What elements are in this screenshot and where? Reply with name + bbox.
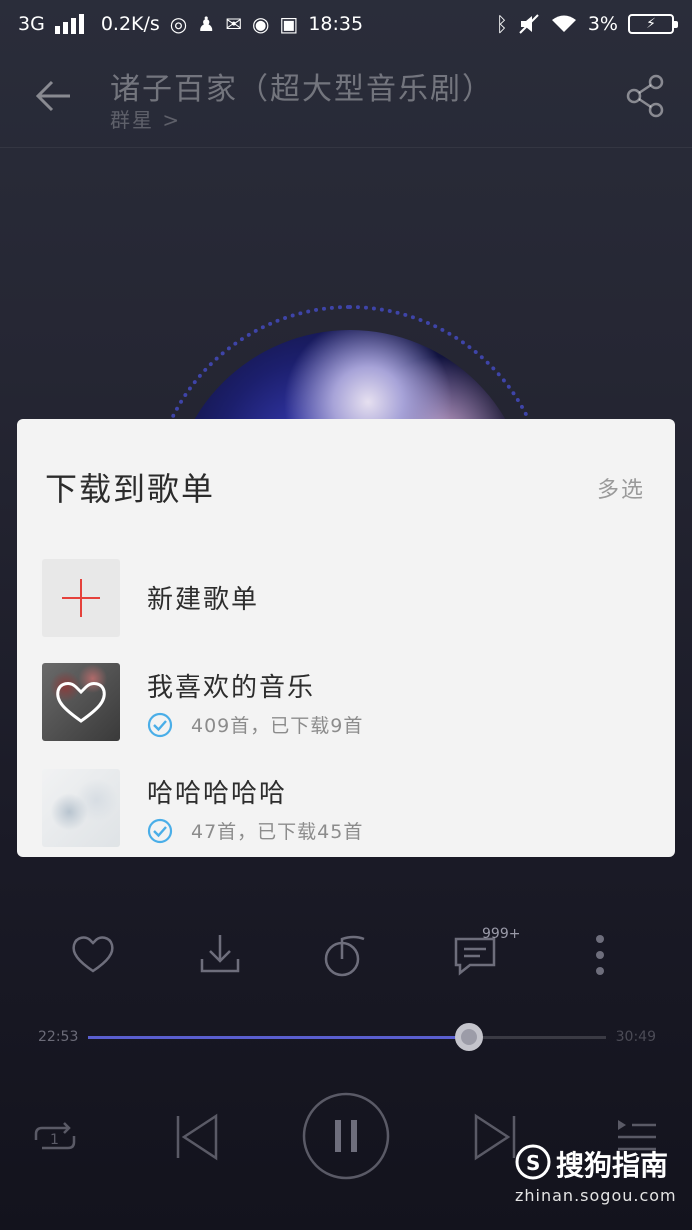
total-time: 30:49 (615, 1029, 656, 1045)
svg-text:1: 1 (50, 1132, 59, 1148)
like-heart-icon[interactable] (68, 925, 118, 985)
netease-icon: ◎ (169, 12, 188, 36)
wifi-icon (551, 15, 576, 32)
playlist-row-haha[interactable]: 哈哈哈哈哈 47首，已下载45首 (42, 769, 652, 847)
back-arrow-icon[interactable] (30, 74, 80, 118)
song-title: 诸子百家（超大型音乐剧） (110, 72, 494, 107)
sogou-logo-icon: S (515, 1144, 551, 1180)
plus-icon (62, 579, 100, 617)
signal-icon (54, 14, 84, 34)
mute-icon (519, 14, 539, 34)
network-type: 3G (18, 13, 45, 35)
progress-fill (88, 1036, 470, 1039)
watermark-brand: 搜狗指南 (556, 1149, 669, 1182)
next-icon[interactable] (470, 1112, 520, 1162)
playlist-name: 我喜欢的音乐 (147, 673, 316, 703)
playlist-info-text: 47首，已下载45首 (191, 821, 364, 843)
heart-icon (56, 682, 106, 723)
download-to-playlist-dialog: 下载到歌单 多选 新建歌单 我喜欢的音乐 409首，已下载9首 哈哈哈哈哈 47… (17, 419, 675, 857)
sing-along-icon[interactable] (320, 925, 370, 985)
check-circle-icon (147, 712, 173, 737)
new-playlist-label: 新建歌单 (147, 585, 260, 615)
share-icon[interactable] (624, 72, 668, 120)
bluetooth-icon: ᛒ (495, 12, 508, 36)
qq-icon: ♟ (197, 12, 216, 36)
download-icon[interactable] (195, 925, 245, 985)
battery-icon: ⚡ (628, 14, 678, 34)
current-time: 22:53 (38, 1029, 79, 1045)
player-header: 诸子百家（超大型音乐剧） 群星 > (0, 56, 692, 148)
network-speed: 0.2K/s (100, 13, 160, 35)
playlist-row-favorites[interactable]: 我喜欢的音乐 409首，已下载9首 (42, 663, 652, 741)
check-circle-icon (147, 818, 173, 843)
s-app-icon: ▣ (279, 12, 299, 36)
playlist-info-text: 409首，已下载9首 (191, 715, 364, 737)
playlist-info: 409首，已下载9首 (147, 711, 363, 738)
progress-knob[interactable] (455, 1023, 484, 1051)
artist-link[interactable]: 群星 > (110, 104, 181, 133)
watermark-url: zhinan.sogou.com (515, 1186, 677, 1205)
new-playlist-thumb (42, 559, 120, 637)
previous-icon[interactable] (172, 1112, 222, 1162)
playlist-name: 哈哈哈哈哈 (147, 779, 288, 809)
multi-select-button[interactable]: 多选 (597, 472, 645, 504)
more-dots-icon[interactable] (575, 925, 625, 985)
svg-text:S: S (526, 1151, 540, 1175)
dialog-title: 下载到歌单 (45, 470, 216, 508)
playlist-info: 47首，已下载45首 (147, 817, 363, 844)
action-bar (0, 925, 692, 985)
wechat-icon: ✉ (225, 12, 242, 36)
weibo-icon: ◉ (251, 12, 270, 36)
clock: 18:35 (308, 13, 364, 35)
battery-percent: 3% (587, 13, 618, 35)
status-bar: 3G 0.2K/s ◎ ♟ ✉ ◉ ▣ 18:35 ᛒ 3% ⚡ (0, 0, 692, 48)
repeat-one-icon[interactable]: 1 (32, 1118, 78, 1158)
new-playlist-row[interactable]: 新建歌单 (42, 559, 652, 637)
pause-button[interactable] (302, 1092, 390, 1180)
playlist-cover (42, 663, 120, 741)
playlist-cover (42, 769, 120, 847)
comment-count-badge: 999+ (482, 926, 521, 942)
progress-track[interactable] (88, 1036, 606, 1039)
